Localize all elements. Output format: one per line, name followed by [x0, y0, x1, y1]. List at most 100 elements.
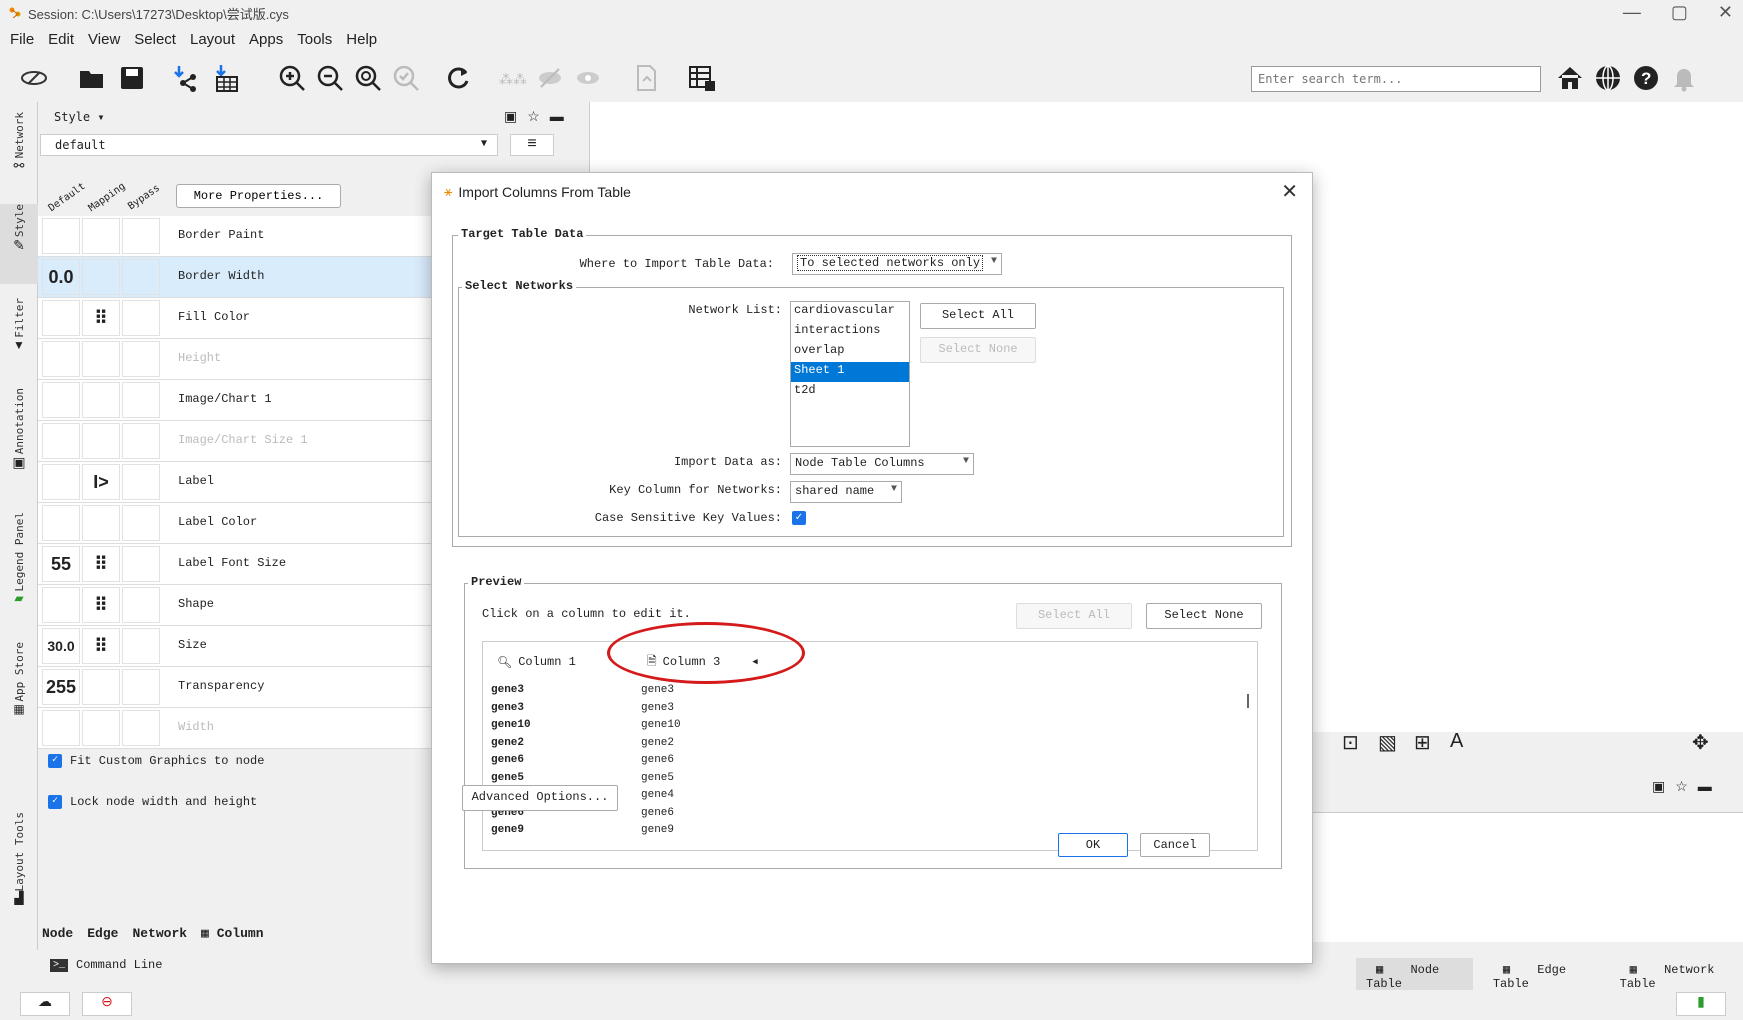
- minimize-panel-icon[interactable]: ▬: [550, 108, 564, 125]
- bypass-cell[interactable]: [122, 423, 160, 459]
- menu-file[interactable]: File: [10, 31, 34, 48]
- error-icon[interactable]: ⊖: [82, 992, 132, 1016]
- bypass-cell[interactable]: [122, 464, 160, 500]
- pan-control-icon[interactable]: ✥: [1692, 730, 1709, 755]
- side-tab-app-store[interactable]: App Store ▦: [0, 642, 38, 742]
- start-page-icon[interactable]: [16, 60, 52, 96]
- mapping-cell[interactable]: ⠿: [82, 587, 120, 623]
- column-header-1[interactable]: 🔍︎ Column 1: [497, 648, 576, 676]
- bypass-cell[interactable]: [122, 628, 160, 664]
- save-session-icon[interactable]: [114, 60, 150, 96]
- bypass-cell[interactable]: [122, 710, 160, 746]
- refresh-icon[interactable]: [440, 60, 476, 96]
- mapping-cell[interactable]: ⠿: [82, 546, 120, 582]
- open-session-icon[interactable]: [74, 60, 110, 96]
- bypass-cell[interactable]: [122, 382, 160, 418]
- key-column-select[interactable]: shared name ▼: [790, 481, 902, 503]
- pin-icon[interactable]: ☆: [527, 108, 540, 125]
- side-tab-legend-panel[interactable]: Legend Panel ▰: [0, 512, 38, 624]
- bypass-cell[interactable]: [122, 259, 160, 295]
- menu-edit[interactable]: Edit: [48, 31, 74, 48]
- bypass-cell[interactable]: [122, 341, 160, 377]
- ok-button[interactable]: OK: [1058, 833, 1128, 857]
- checkbox-checked[interactable]: ✓: [48, 754, 62, 768]
- default-value-cell[interactable]: [42, 464, 80, 500]
- memory-status-icon[interactable]: ▮: [1676, 992, 1726, 1016]
- bypass-cell[interactable]: [122, 669, 160, 705]
- help-icon[interactable]: ?: [1628, 60, 1664, 96]
- default-value-cell[interactable]: [42, 341, 80, 377]
- side-tab-style[interactable]: Style ✎: [0, 204, 38, 284]
- more-properties-button[interactable]: More Properties...: [176, 184, 341, 208]
- network-list-item[interactable]: cardiovascular: [791, 302, 909, 322]
- preview-select-none-button[interactable]: Select None: [1146, 603, 1262, 629]
- zoom-out-icon[interactable]: [312, 60, 348, 96]
- home-icon[interactable]: [1552, 60, 1588, 96]
- network-list[interactable]: cardiovascular interactions overlap Sheet 1…: [790, 301, 910, 447]
- mapping-cell[interactable]: [82, 341, 120, 377]
- zoom-in-icon[interactable]: [274, 60, 310, 96]
- mapping-cell[interactable]: [82, 710, 120, 746]
- default-value-cell[interactable]: [42, 587, 80, 623]
- fit-custom-graphics-checkbox[interactable]: ✓ Fit Custom Graphics to node: [48, 754, 264, 768]
- close-icon[interactable]: ✕: [1281, 179, 1298, 204]
- mapping-cell[interactable]: [82, 505, 120, 541]
- network-list-item[interactable]: overlap: [791, 342, 909, 362]
- default-value-cell[interactable]: 55: [42, 546, 80, 582]
- default-value-cell[interactable]: [42, 423, 80, 459]
- advanced-options-button[interactable]: Advanced Options...: [462, 785, 618, 811]
- select-labels-icon[interactable]: A: [1450, 730, 1463, 753]
- side-tab-filter[interactable]: Filter ▼: [0, 298, 38, 376]
- float-panel-icon[interactable]: ▣: [504, 108, 517, 125]
- minimize-panel-icon[interactable]: ▬: [1698, 778, 1712, 795]
- mapping-cell[interactable]: ⠿: [82, 300, 120, 336]
- zoom-fit-icon[interactable]: [350, 60, 386, 96]
- style-panel-header[interactable]: Style ▾: [54, 110, 105, 124]
- menu-layout[interactable]: Layout: [190, 31, 235, 48]
- side-tab-annotation[interactable]: Annotation ▣: [0, 388, 38, 498]
- mapping-cell[interactable]: [82, 218, 120, 254]
- bypass-cell[interactable]: [122, 587, 160, 623]
- style-options-menu-button[interactable]: ≡: [510, 134, 554, 156]
- default-value-cell[interactable]: [42, 505, 80, 541]
- default-value-cell[interactable]: 255: [42, 669, 80, 705]
- mapping-cell[interactable]: I>: [82, 464, 120, 500]
- tab-edge[interactable]: Edge: [87, 926, 118, 941]
- side-tab-network[interactable]: Network ⚯: [0, 112, 38, 200]
- maximize-icon[interactable]: ▢: [1671, 2, 1688, 23]
- bypass-cell[interactable]: [122, 505, 160, 541]
- network-list-item[interactable]: interactions: [791, 322, 909, 342]
- tab-node[interactable]: Node: [42, 926, 73, 941]
- import-as-select[interactable]: Node Table Columns ▼: [790, 453, 974, 475]
- search-input[interactable]: [1251, 66, 1541, 92]
- menu-help[interactable]: Help: [346, 31, 377, 48]
- checkbox-checked[interactable]: ✓: [48, 795, 62, 809]
- default-value-cell[interactable]: [42, 300, 80, 336]
- globe-icon[interactable]: [1590, 60, 1626, 96]
- pin-icon[interactable]: ☆: [1675, 778, 1688, 795]
- tab-column[interactable]: ▦ Column: [201, 926, 263, 941]
- menu-select[interactable]: Select: [134, 31, 176, 48]
- network-list-item[interactable]: t2d: [791, 382, 909, 402]
- bypass-cell[interactable]: [122, 218, 160, 254]
- close-icon[interactable]: ✕: [1718, 2, 1733, 23]
- default-value-cell[interactable]: [42, 218, 80, 254]
- table-view-icon[interactable]: [684, 60, 720, 96]
- scrollbar[interactable]: [1247, 694, 1249, 708]
- column-header-3[interactable]: 🗎 Column 3 ◀: [647, 648, 758, 676]
- network-list-item[interactable]: Sheet 1: [791, 362, 909, 382]
- mapping-cell[interactable]: [82, 259, 120, 295]
- menu-apps[interactable]: Apps: [249, 31, 283, 48]
- menu-view[interactable]: View: [88, 31, 120, 48]
- where-select[interactable]: To selected networks only ▼: [792, 253, 1002, 275]
- cloud-icon[interactable]: ☁: [20, 992, 70, 1016]
- mapping-cell[interactable]: ⠿: [82, 628, 120, 664]
- case-sensitive-checkbox[interactable]: ✓: [792, 511, 806, 525]
- default-value-cell[interactable]: 30.0: [42, 628, 80, 664]
- menu-tools[interactable]: Tools: [297, 31, 332, 48]
- side-tab-layout-tools[interactable]: Layout Tools ▟: [0, 812, 38, 922]
- mapping-cell[interactable]: [82, 423, 120, 459]
- mapping-cell[interactable]: [82, 382, 120, 418]
- minimize-icon[interactable]: —: [1623, 2, 1641, 23]
- float-panel-icon[interactable]: ▣: [1652, 778, 1665, 795]
